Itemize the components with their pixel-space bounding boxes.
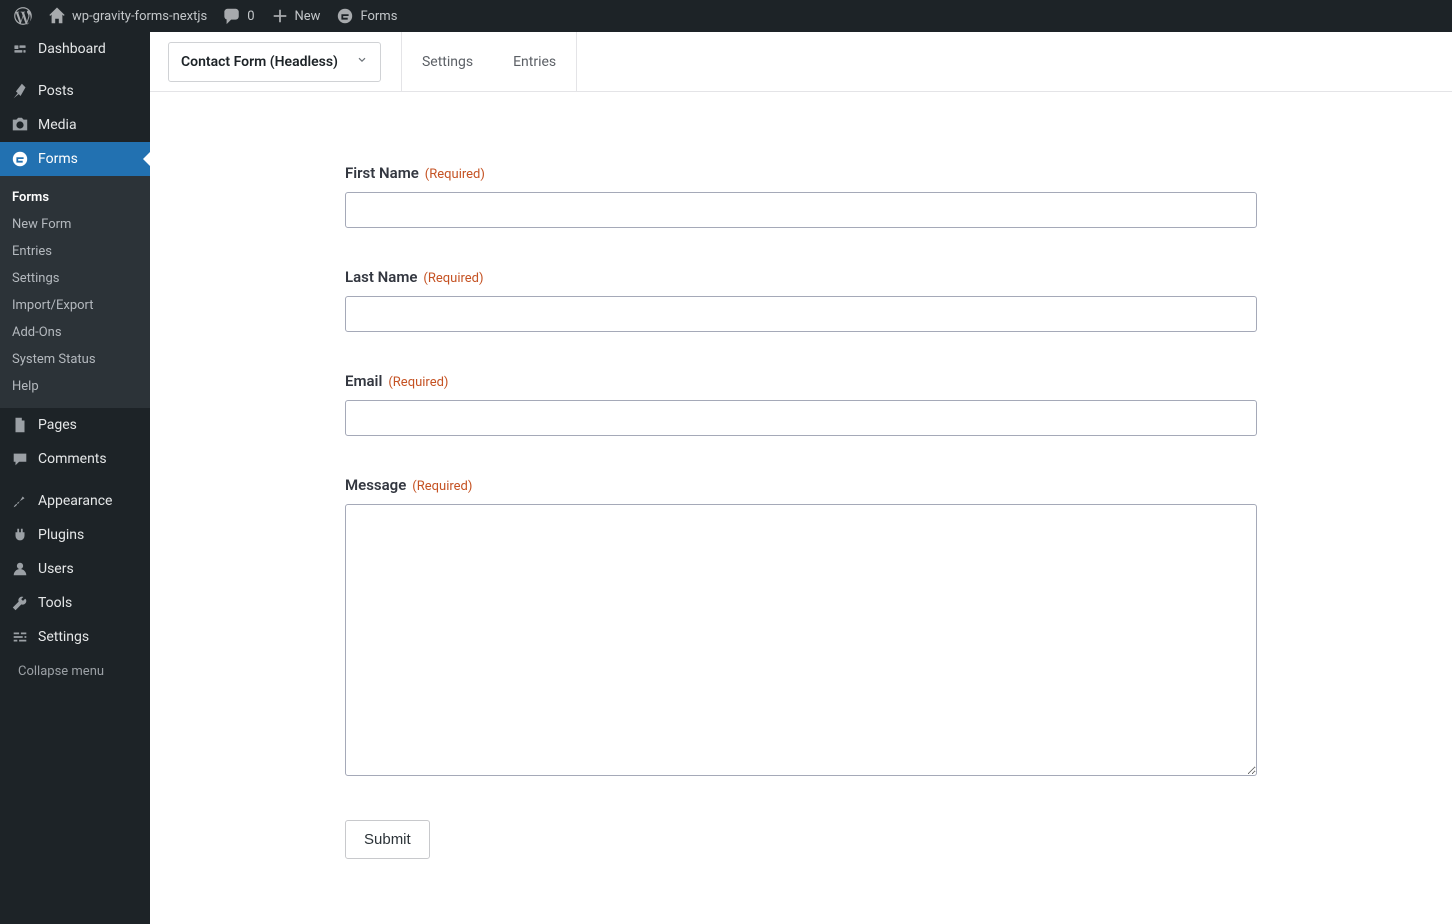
subnav-import-export[interactable]: Import/Export <box>0 292 150 319</box>
sidebar-item-label: Settings <box>38 629 89 645</box>
media-icon <box>10 115 30 135</box>
field-message: Message (Required) <box>345 476 1257 780</box>
content-area: Contact Form (Headless) Settings Entries… <box>150 32 1452 924</box>
wrench-icon <box>10 593 30 613</box>
form-tabs: Settings Entries <box>402 32 576 92</box>
sidebar-item-settings[interactable]: Settings <box>0 620 150 654</box>
sidebar-item-users[interactable]: Users <box>0 552 150 586</box>
field-label: Last Name (Required) <box>345 268 1257 286</box>
new-label: New <box>295 9 321 24</box>
label-text: Message <box>345 476 406 494</box>
required-indicator: (Required) <box>423 271 483 286</box>
tab-settings[interactable]: Settings <box>402 32 493 92</box>
user-icon <box>10 559 30 579</box>
label-text: First Name <box>345 164 419 182</box>
form-header: Contact Form (Headless) Settings Entries <box>150 32 1452 92</box>
wp-logo[interactable] <box>6 0 40 32</box>
sidebar-item-label: Dashboard <box>38 41 106 57</box>
last-name-input[interactable] <box>345 296 1257 332</box>
field-label: Message (Required) <box>345 476 1257 494</box>
pages-icon <box>10 415 30 435</box>
field-label: First Name (Required) <box>345 164 1257 182</box>
required-indicator: (Required) <box>425 167 485 182</box>
sidebar-item-dashboard[interactable]: Dashboard <box>0 32 150 66</box>
form-switcher-label: Contact Form (Headless) <box>181 54 338 70</box>
gravity-forms-link[interactable]: Forms <box>328 0 405 32</box>
message-textarea[interactable] <box>345 504 1257 776</box>
email-input[interactable] <box>345 400 1257 436</box>
new-content-link[interactable]: New <box>263 0 329 32</box>
sidebar-item-pages[interactable]: Pages <box>0 408 150 442</box>
chevron-down-icon <box>356 54 368 70</box>
divider <box>576 32 577 92</box>
subnav-entries[interactable]: Entries <box>0 238 150 265</box>
admin-sidebar: Dashboard Posts Media Forms Forms New Fo… <box>0 32 150 924</box>
plus-icon <box>271 7 289 25</box>
sidebar-item-label: Plugins <box>38 527 84 543</box>
sidebar-item-label: Pages <box>38 417 77 433</box>
site-name-link[interactable]: wp-gravity-forms-nextjs <box>40 0 215 32</box>
first-name-input[interactable] <box>345 192 1257 228</box>
tab-entries[interactable]: Entries <box>493 32 576 92</box>
sidebar-item-label: Media <box>38 117 77 133</box>
field-label: Email (Required) <box>345 372 1257 390</box>
sidebar-item-label: Appearance <box>38 493 112 509</box>
sidebar-item-comments[interactable]: Comments <box>0 442 150 476</box>
comments-count: 0 <box>247 9 254 24</box>
comments-link[interactable]: 0 <box>215 0 262 32</box>
dashboard-icon <box>10 39 30 59</box>
forms-label: Forms <box>360 9 397 24</box>
required-indicator: (Required) <box>388 375 448 390</box>
required-indicator: (Required) <box>412 479 472 494</box>
collapse-menu[interactable]: Collapse menu <box>0 654 150 688</box>
label-text: Last Name <box>345 268 417 286</box>
subnav-forms[interactable]: Forms <box>0 184 150 211</box>
subnav-help[interactable]: Help <box>0 373 150 400</box>
sidebar-item-plugins[interactable]: Plugins <box>0 518 150 552</box>
admin-bar: wp-gravity-forms-nextjs 0 New Forms <box>0 0 1452 32</box>
collapse-label: Collapse menu <box>18 664 104 679</box>
submit-button[interactable]: Submit <box>345 820 430 859</box>
sidebar-item-label: Tools <box>38 595 72 611</box>
pin-icon <box>10 81 30 101</box>
plug-icon <box>10 525 30 545</box>
sidebar-item-label: Comments <box>38 451 107 467</box>
sidebar-item-posts[interactable]: Posts <box>0 74 150 108</box>
gravity-forms-icon <box>336 7 354 25</box>
sidebar-item-media[interactable]: Media <box>0 108 150 142</box>
sidebar-submenu-forms: Forms New Form Entries Settings Import/E… <box>0 176 150 408</box>
sidebar-item-appearance[interactable]: Appearance <box>0 484 150 518</box>
subnav-addons[interactable]: Add-Ons <box>0 319 150 346</box>
brush-icon <box>10 491 30 511</box>
comments-icon <box>10 449 30 469</box>
form-body: First Name (Required) Last Name (Require… <box>150 92 1452 899</box>
subnav-system-status[interactable]: System Status <box>0 346 150 373</box>
site-name-text: wp-gravity-forms-nextjs <box>72 9 207 24</box>
label-text: Email <box>345 372 382 390</box>
field-first-name: First Name (Required) <box>345 164 1257 228</box>
home-icon <box>48 7 66 25</box>
subnav-new-form[interactable]: New Form <box>0 211 150 238</box>
sidebar-item-label: Users <box>38 561 74 577</box>
form-switcher[interactable]: Contact Form (Headless) <box>168 42 381 82</box>
field-last-name: Last Name (Required) <box>345 268 1257 332</box>
sidebar-item-tools[interactable]: Tools <box>0 586 150 620</box>
form-wrap: First Name (Required) Last Name (Require… <box>345 164 1257 859</box>
wordpress-icon <box>14 7 32 25</box>
field-email: Email (Required) <box>345 372 1257 436</box>
sidebar-item-forms[interactable]: Forms <box>0 142 150 176</box>
sidebar-item-label: Forms <box>38 151 78 167</box>
sliders-icon <box>10 627 30 647</box>
forms-icon <box>10 149 30 169</box>
sidebar-item-label: Posts <box>38 83 74 99</box>
comment-icon <box>223 7 241 25</box>
subnav-settings[interactable]: Settings <box>0 265 150 292</box>
